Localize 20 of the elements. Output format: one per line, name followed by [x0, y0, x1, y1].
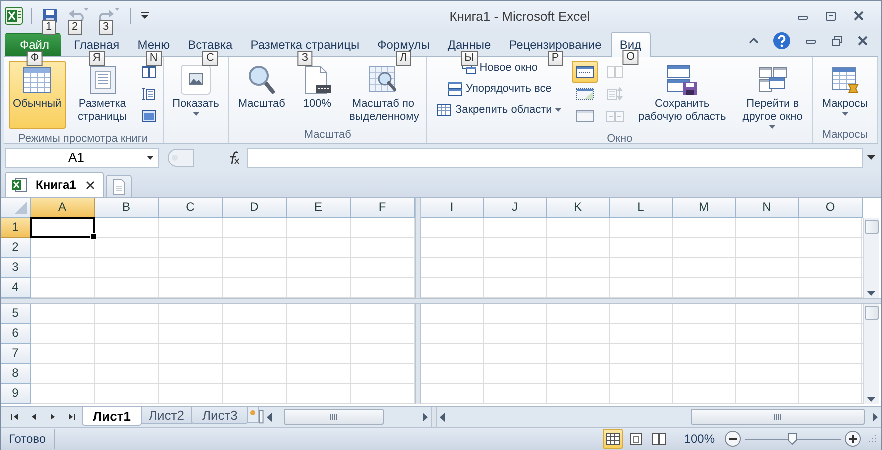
keytip-tooltip: С [202, 51, 218, 66]
group-label: Макросы [821, 128, 870, 143]
status-text: Готово [1, 429, 56, 449]
workbook-name: Книга1 [36, 178, 76, 192]
keytip-tooltip: Я [88, 51, 105, 66]
keytip-tooltip: 2 [68, 20, 82, 35]
keytip-tooltip: Р [548, 51, 564, 66]
keytip-tooltip: З [298, 51, 312, 66]
group-label: Окно [606, 132, 634, 147]
keytip-tooltip: Ы [460, 51, 478, 66]
window-title: Книга1 - Microsoft Excel [448, 8, 592, 24]
keytip-tooltip: 1 [42, 20, 56, 35]
keytip-tooltip: Л [396, 51, 412, 66]
keytip-tooltip: N [146, 51, 162, 66]
group-label: Режимы просмотра книги [18, 132, 150, 147]
keytip-tooltip: 3 [99, 20, 114, 35]
zoom-level: 100% [683, 432, 716, 446]
keytip-tooltip: О [622, 50, 639, 65]
group-label: Масштаб [303, 128, 352, 143]
keytip-tooltip: Ф [26, 51, 44, 66]
